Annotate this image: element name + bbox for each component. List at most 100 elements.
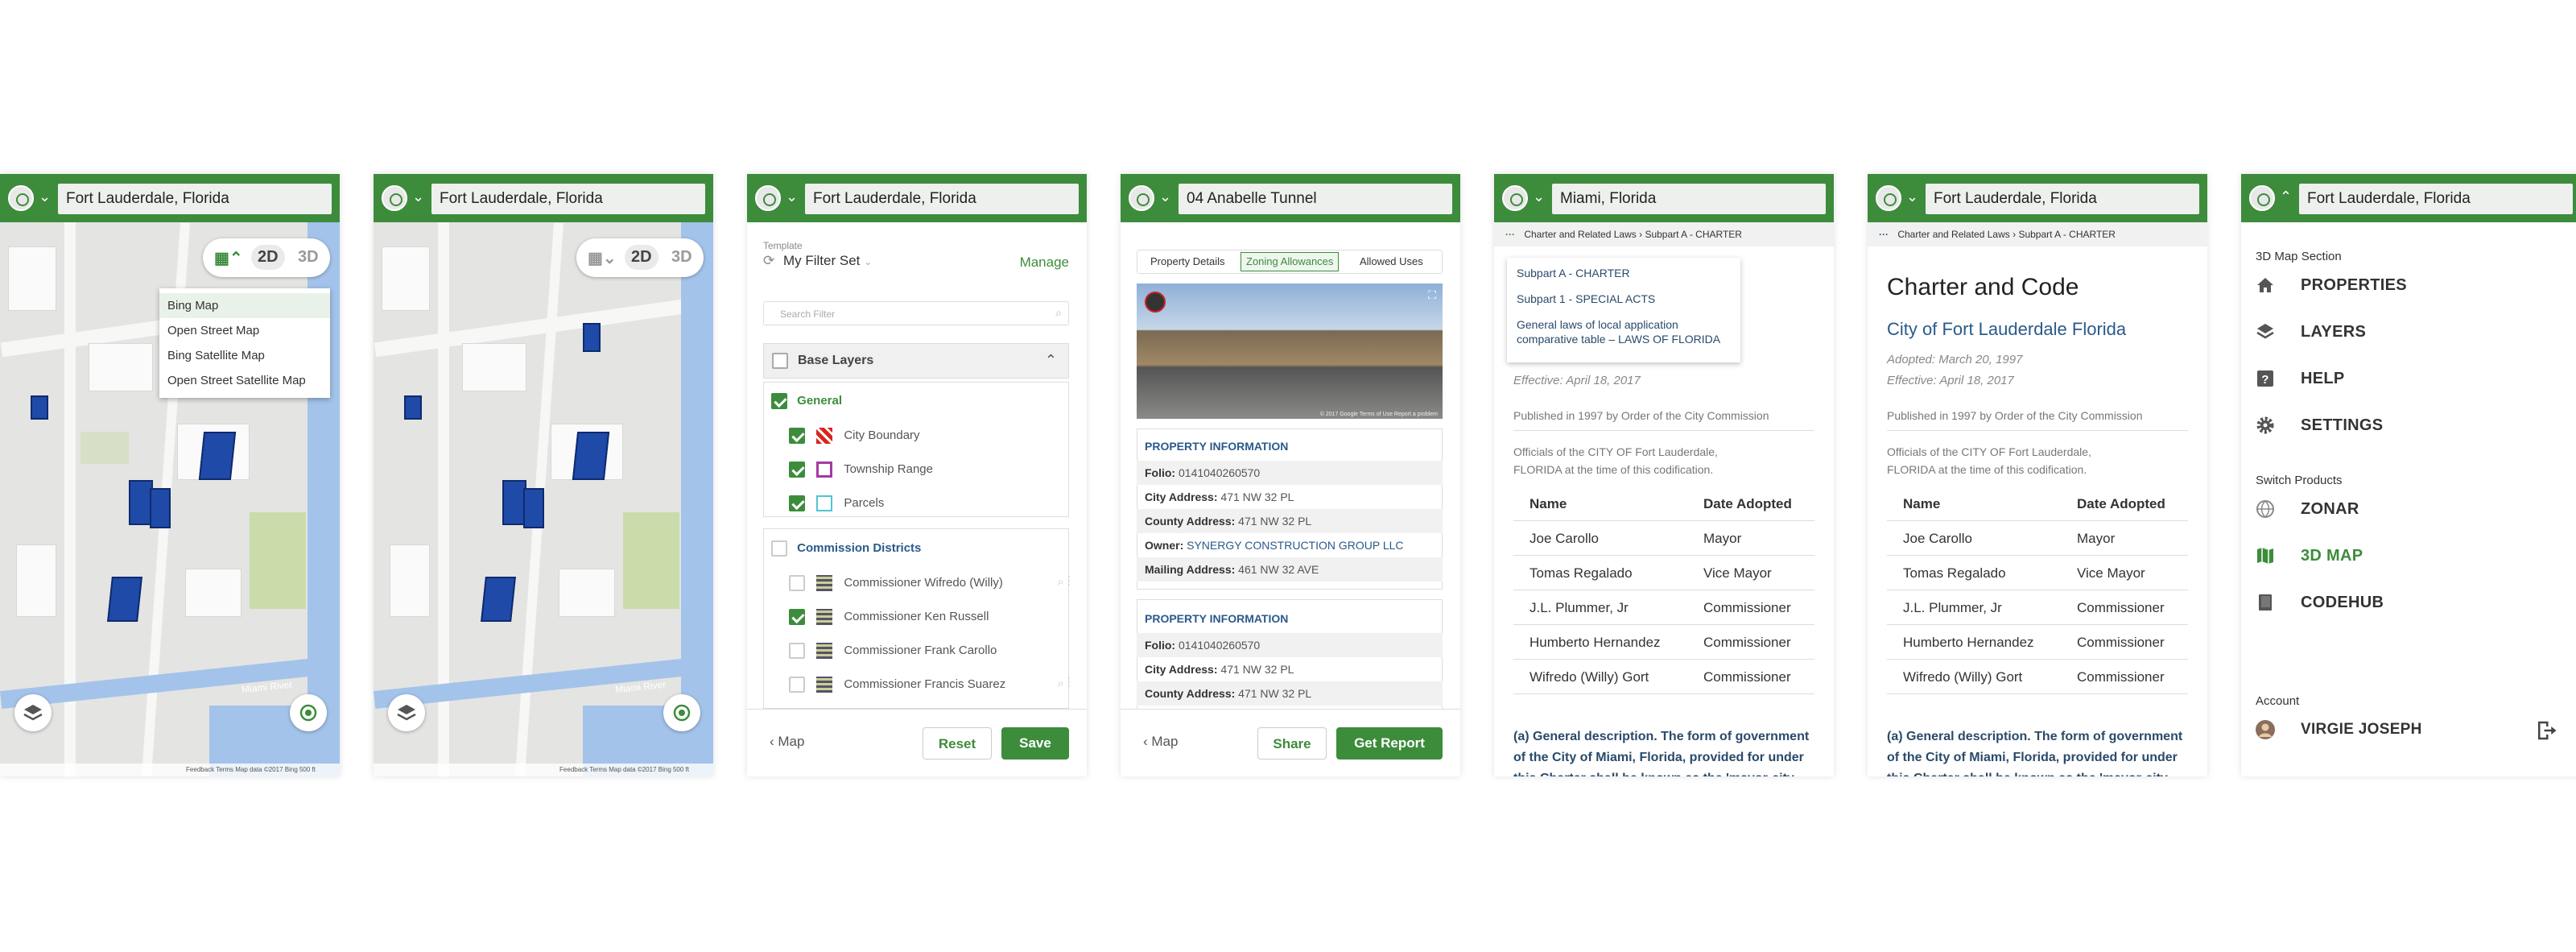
base-layers-header[interactable]: Base Layers ⌃ bbox=[763, 343, 1069, 379]
layer-row-city-boundary[interactable]: City Boundary bbox=[789, 428, 1071, 444]
chevron-left-icon: ‹ bbox=[770, 734, 778, 749]
chevron-up-icon[interactable]: ⌃ bbox=[1045, 352, 1057, 369]
layer-row-township-range[interactable]: Township Range bbox=[789, 462, 1071, 478]
compass-icon[interactable] bbox=[1145, 292, 1166, 313]
map-attribution: Feedback Terms Map data ©2017 Bing 500 f… bbox=[0, 764, 340, 776]
chevron-up-icon[interactable]: ⌃ bbox=[2280, 188, 2292, 205]
city-seal-logo[interactable] bbox=[382, 185, 407, 211]
commissioner-checkbox[interactable] bbox=[789, 609, 805, 625]
locate-button[interactable] bbox=[663, 694, 700, 731]
chevron-down-icon[interactable]: ⌄ bbox=[1533, 188, 1545, 205]
commissioner-checkbox[interactable] bbox=[789, 677, 805, 693]
official-role: Vice Mayor bbox=[1703, 565, 1772, 581]
commissioner-checkbox[interactable] bbox=[789, 575, 805, 591]
filter-search-field[interactable]: Search Filter ⌕ bbox=[763, 301, 1069, 325]
layers-button[interactable] bbox=[388, 694, 425, 731]
gear-icon bbox=[2256, 416, 2274, 434]
back-to-map-link[interactable]: ‹ Map bbox=[1143, 734, 1178, 750]
save-button[interactable]: Save bbox=[1001, 727, 1069, 760]
dropdown-option[interactable]: Subpart A - CHARTER bbox=[1517, 266, 1731, 280]
commissioner-row[interactable]: Commissioner Wifredo (Willy) ⌕ ⋮ bbox=[789, 575, 1071, 591]
map-mode-toggle[interactable]: ▦⌃ 2D 3D bbox=[203, 238, 330, 277]
zoom-icon[interactable]: ⌕ ⋮ bbox=[1058, 575, 1071, 589]
city-seal-logo[interactable] bbox=[755, 185, 781, 211]
dropdown-option[interactable]: General laws of local application compar… bbox=[1517, 317, 1731, 346]
chevron-down-icon[interactable]: ⌄ bbox=[39, 188, 51, 205]
locate-button[interactable] bbox=[290, 694, 327, 731]
charter-paragraph: (a) General description. The form of gov… bbox=[1513, 730, 1810, 776]
map-view[interactable]: Miami River ▦⌄ 2D 3D Feedback Terms Map … bbox=[374, 222, 713, 776]
basemap-option[interactable]: Open Street Map bbox=[159, 318, 330, 343]
commissioner-checkbox[interactable] bbox=[789, 643, 805, 659]
search-input[interactable] bbox=[2299, 184, 2573, 214]
basemap-option[interactable]: Bing Satellite Map bbox=[159, 343, 330, 368]
basemap-option[interactable]: Bing Map bbox=[159, 293, 330, 318]
layer-row-parcels[interactable]: Parcels bbox=[789, 495, 1071, 511]
mode-2d-button[interactable]: 2D bbox=[625, 245, 658, 270]
chevron-down-icon[interactable]: ⌄ bbox=[786, 188, 798, 205]
chevron-down-icon[interactable]: ⌄ bbox=[1906, 188, 1918, 205]
mode-2d-button[interactable]: 2D bbox=[251, 245, 285, 270]
share-button[interactable]: Share bbox=[1257, 727, 1327, 760]
official-role: Commissioner bbox=[1703, 669, 1791, 685]
manage-link[interactable]: Manage bbox=[1020, 255, 1069, 271]
charter-screen: ⌄ ··· Charter and Related Laws › Subpart… bbox=[1868, 174, 2207, 776]
base-layers-checkbox[interactable] bbox=[772, 353, 788, 369]
basemap-icon[interactable]: ▦⌄ bbox=[588, 248, 617, 268]
mode-3d-button[interactable]: 3D bbox=[671, 248, 692, 267]
basemap-option[interactable]: Open Street Satellite Map bbox=[159, 368, 330, 393]
breadcrumb-item[interactable]: Charter and Related Laws bbox=[1897, 229, 2009, 240]
breadcrumb-item[interactable]: Charter and Related Laws bbox=[1524, 229, 1636, 240]
tab-allowed-uses[interactable]: Allowed Uses bbox=[1360, 250, 1423, 273]
zoom-icon[interactable]: ⌕ ⋮ bbox=[1058, 677, 1071, 690]
tab-zoning-allowances[interactable]: Zoning Allowances bbox=[1241, 252, 1340, 271]
general-row[interactable]: General bbox=[763, 393, 1071, 409]
top-bar: ⌄ bbox=[0, 174, 340, 222]
city-seal-logo[interactable] bbox=[1129, 185, 1154, 211]
township-range-checkbox[interactable] bbox=[789, 462, 805, 478]
basemap-icon[interactable]: ▦⌃ bbox=[214, 248, 243, 268]
chevron-down-icon[interactable]: ⌄ bbox=[1159, 188, 1171, 205]
search-input[interactable] bbox=[58, 184, 332, 214]
more-icon[interactable]: ··· bbox=[1879, 229, 1889, 240]
more-icon[interactable]: ··· bbox=[1505, 229, 1515, 240]
official-name: J.L. Plummer, Jr bbox=[1530, 600, 1629, 615]
city-seal-logo[interactable] bbox=[1502, 185, 1528, 211]
layers-button[interactable] bbox=[14, 694, 52, 731]
tab-property-details[interactable]: Property Details bbox=[1150, 250, 1224, 273]
chevron-down-icon[interactable]: ⌄ bbox=[412, 188, 424, 205]
map-icon bbox=[2257, 548, 2273, 564]
logout-icon[interactable] bbox=[2534, 718, 2558, 743]
search-input[interactable] bbox=[431, 184, 705, 214]
mode-3d-button[interactable]: 3D bbox=[298, 248, 319, 267]
breadcrumb-item[interactable]: Subpart A - CHARTER bbox=[1645, 229, 1742, 240]
commission-checkbox[interactable] bbox=[771, 540, 787, 557]
parcels-checkbox[interactable] bbox=[789, 495, 805, 511]
filter-search-placeholder: Search Filter bbox=[780, 308, 836, 320]
city-seal-logo[interactable] bbox=[2249, 185, 2275, 211]
commissioner-row[interactable]: Commissioner Frank Carollo bbox=[789, 643, 1071, 659]
general-checkbox[interactable] bbox=[771, 393, 787, 409]
commissioner-row[interactable]: Commissioner Ken Russell bbox=[789, 609, 1071, 625]
search-input[interactable] bbox=[1552, 184, 1826, 214]
commission-header[interactable]: Commission Districts bbox=[763, 540, 1071, 557]
search-input[interactable] bbox=[1926, 184, 2199, 214]
filter-set-select[interactable]: ⟳ My Filter Set ⌄ bbox=[763, 253, 872, 269]
commissioner-row[interactable]: Commissioner Francis Suarez ⌕ ⋮ bbox=[789, 677, 1071, 693]
search-input[interactable] bbox=[1179, 184, 1452, 214]
street-view-photo[interactable]: ⛶ © 2017 Google Terms of Use Report a pr… bbox=[1137, 284, 1443, 419]
city-boundary-checkbox[interactable] bbox=[789, 428, 805, 444]
search-input[interactable] bbox=[805, 184, 1079, 214]
property-row: County Address: 471 NW 32 PL bbox=[1137, 509, 1443, 533]
breadcrumb-item[interactable]: Subpart A - CHARTER bbox=[2018, 229, 2116, 240]
get-report-button[interactable]: Get Report bbox=[1336, 727, 1443, 760]
city-seal-logo[interactable] bbox=[1876, 185, 1901, 211]
dropdown-option[interactable]: Subpart 1 - SPECIAL ACTS bbox=[1517, 292, 1731, 306]
reset-button[interactable]: Reset bbox=[923, 727, 992, 760]
fullscreen-icon[interactable]: ⛶ bbox=[1428, 288, 1436, 302]
map-view[interactable]: Miami River ▦⌃ 2D 3D Bing Map Open Stree… bbox=[0, 222, 340, 776]
back-to-map-link[interactable]: ‹ Map bbox=[770, 734, 804, 750]
map-mode-toggle[interactable]: ▦⌄ 2D 3D bbox=[576, 238, 704, 277]
city-seal-logo[interactable] bbox=[8, 185, 34, 211]
officials-note: Officials of the CITY OF Fort Lauderdale… bbox=[1887, 445, 2091, 476]
